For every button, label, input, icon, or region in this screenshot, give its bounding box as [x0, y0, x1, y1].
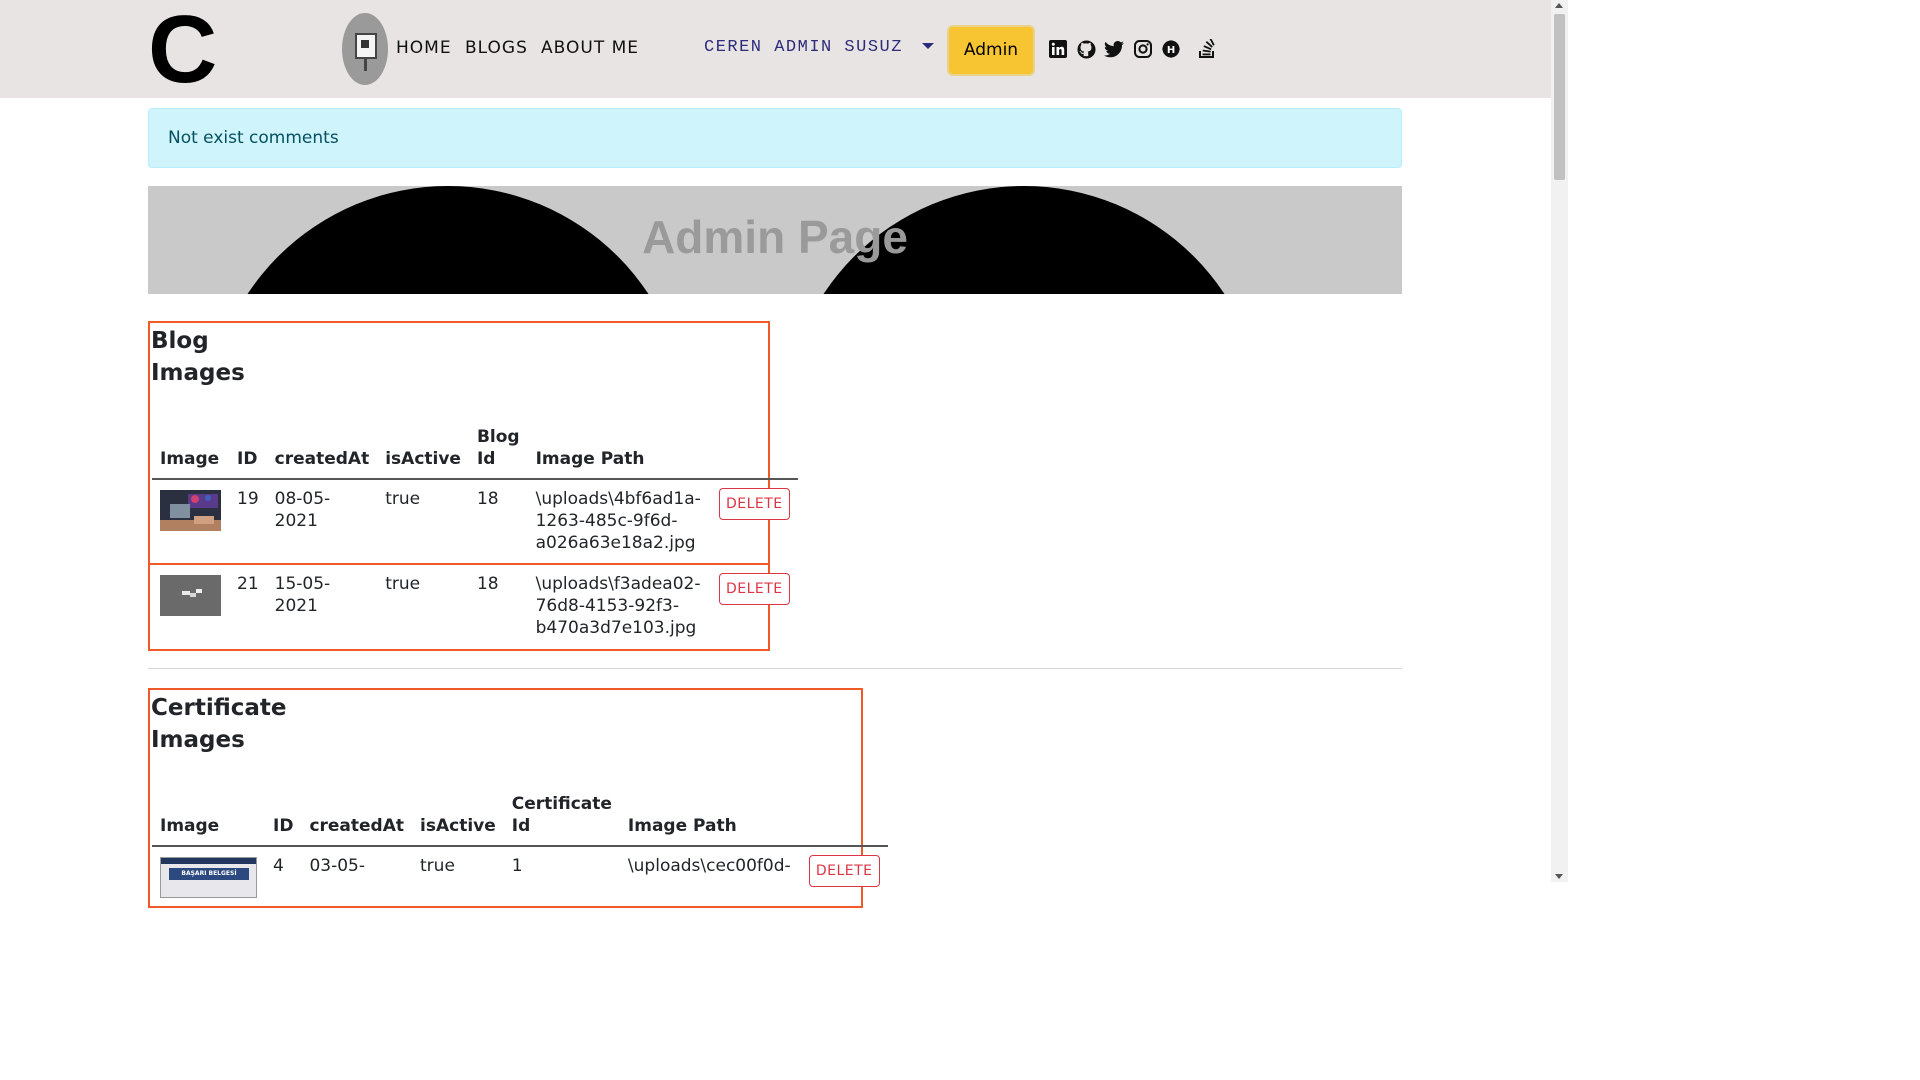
- github-icon[interactable]: [1076, 38, 1096, 60]
- avatar[interactable]: [342, 13, 388, 85]
- certificate-image-thumbnail[interactable]: BAŞARI BELGESİ: [160, 857, 257, 898]
- delete-button[interactable]: DELETE: [718, 488, 790, 520]
- info-alert: Not exist comments: [148, 108, 1402, 168]
- admin-button[interactable]: Admin: [947, 25, 1035, 76]
- instagram-icon[interactable]: [1133, 38, 1153, 60]
- hashnode-icon[interactable]: H: [1161, 38, 1181, 60]
- nav-home[interactable]: HOME: [396, 38, 452, 58]
- alert-text: Not exist comments: [168, 128, 339, 148]
- col-active: isActive: [385, 449, 461, 469]
- row-divider: [150, 563, 768, 565]
- col-id: ID: [237, 449, 258, 469]
- svg-text:H: H: [1167, 45, 1175, 56]
- blog-image-thumbnail[interactable]: [160, 490, 221, 531]
- stackoverflow-icon[interactable]: [1197, 38, 1217, 60]
- linkedin-icon[interactable]: [1048, 38, 1068, 60]
- delete-button[interactable]: DELETE: [718, 573, 790, 605]
- brand-logo[interactable]: C: [148, 2, 217, 98]
- col-blog-id: Blog Id: [476, 427, 520, 469]
- col-created: createdAt: [274, 449, 370, 469]
- chevron-down-icon[interactable]: [922, 43, 934, 49]
- section-divider: [148, 668, 1402, 669]
- vertical-scrollbar[interactable]: [1551, 0, 1568, 882]
- certificate-images-table: Image ID createdAt isActive Certificate I…: [152, 790, 888, 932]
- scroll-down-icon[interactable]: [1555, 874, 1563, 879]
- admin-hero-banner: Admin Page: [148, 186, 1402, 294]
- delete-button[interactable]: DELETE: [808, 855, 880, 887]
- blog-images-table: Image ID createdAt isActive Blog Id Image…: [152, 423, 798, 651]
- section-title: Blog Images: [151, 328, 245, 386]
- navbar: C HOME BLOGS ABOUT ME CEREN ADMIN SUSUZ …: [0, 0, 1551, 98]
- blog-image-thumbnail[interactable]: [160, 575, 221, 616]
- col-active: isActive: [420, 816, 496, 836]
- col-image-path: Image Path: [535, 449, 645, 469]
- col-id: ID: [273, 816, 294, 836]
- section-title: Certificate Images: [151, 695, 287, 753]
- blog-images-section: Blog Images Image ID createdAt isActive …: [148, 321, 798, 651]
- nav-blogs[interactable]: BLOGS: [465, 38, 528, 58]
- table-row: BAŞARI BELGESİ 4 03-05- true 1 \uploads\…: [152, 846, 888, 932]
- table-row: 21 15-05- 2021 true 18 \uploads\f3adea02-…: [152, 565, 798, 651]
- twitter-icon[interactable]: [1104, 38, 1124, 60]
- col-image: Image: [160, 816, 220, 836]
- nav-about-me[interactable]: ABOUT ME: [541, 38, 639, 58]
- col-image-path: Image Path: [627, 816, 737, 836]
- col-created: createdAt: [309, 816, 405, 836]
- col-certificate-id: Certificate Id: [511, 794, 612, 836]
- user-menu-dropdown[interactable]: CEREN ADMIN SUSUZ: [704, 38, 903, 57]
- col-image: Image: [160, 449, 220, 469]
- certificate-images-section: Certificate Images Image ID createdAt is…: [148, 688, 888, 908]
- scroll-up-icon[interactable]: [1555, 3, 1563, 8]
- table-row: 19 08-05- 2021 true 18 \uploads\4bf6ad1a-…: [152, 479, 798, 565]
- easel-icon: [355, 33, 377, 59]
- scrollbar-thumb[interactable]: [1554, 14, 1565, 180]
- page-title: Admin Page: [642, 211, 908, 263]
